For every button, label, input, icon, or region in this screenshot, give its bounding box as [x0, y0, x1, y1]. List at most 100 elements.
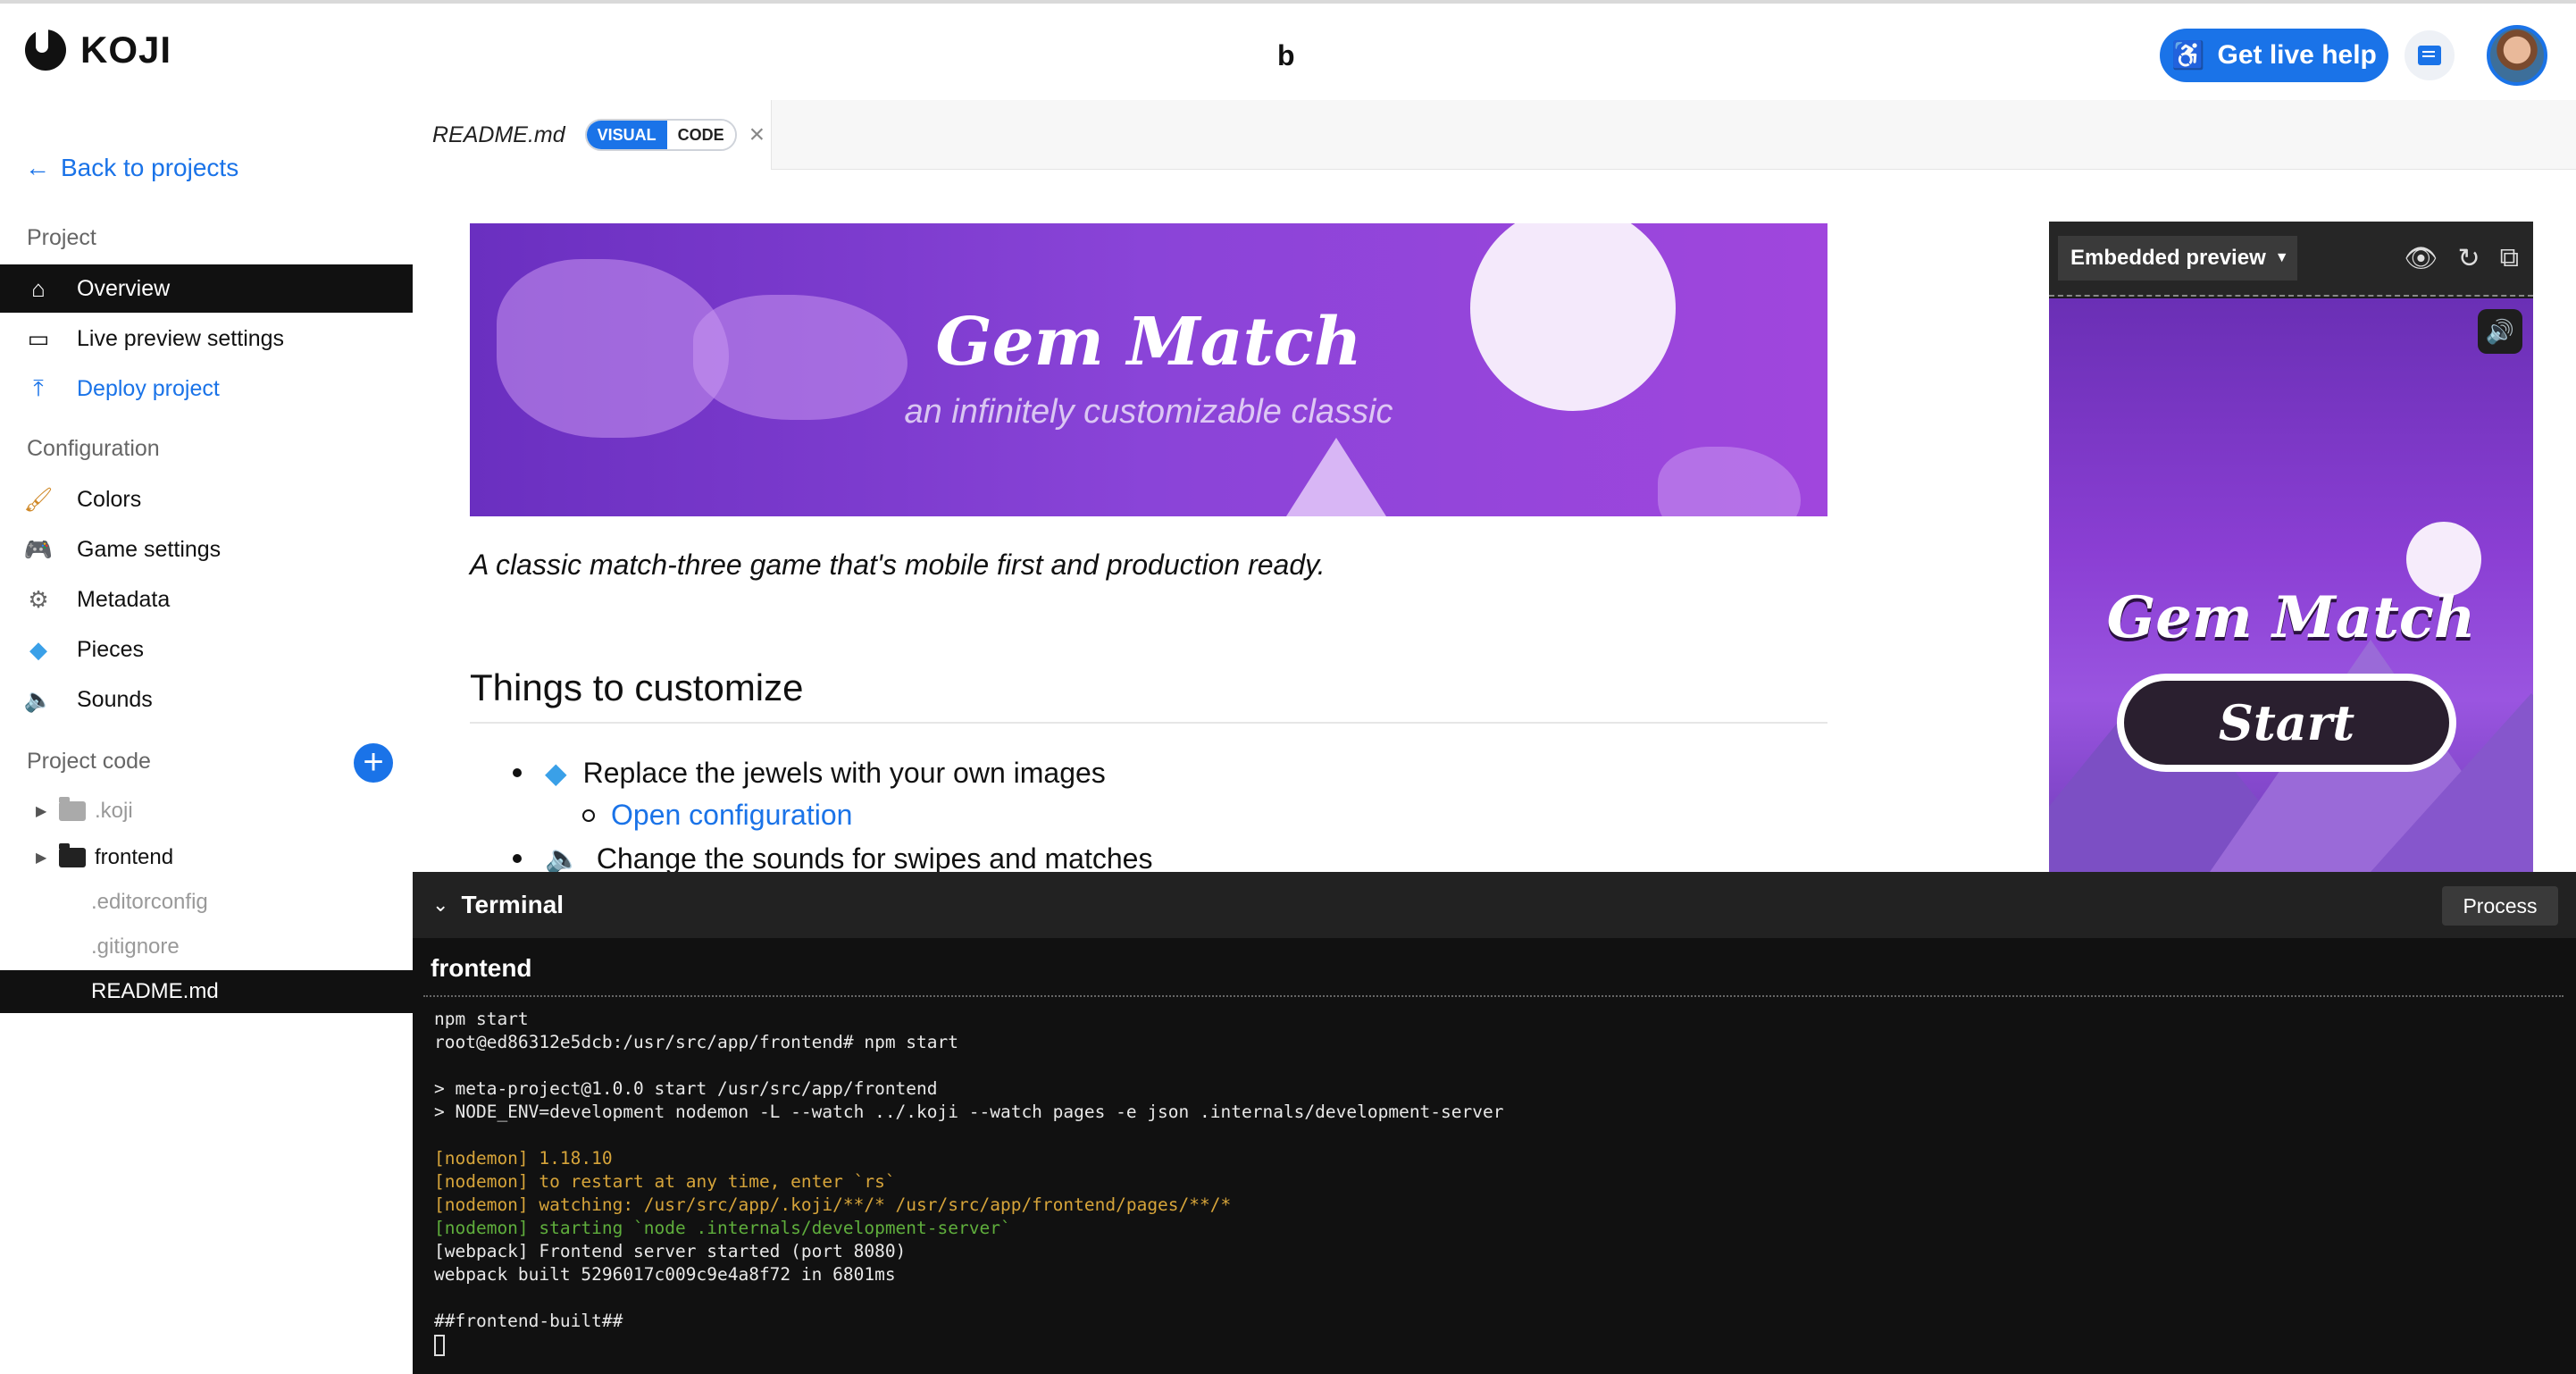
tree-file-editorconfig[interactable]: .editorconfig	[0, 881, 413, 924]
gear-icon: ⚙	[28, 585, 49, 613]
sidebar: ← Back to projects Project ⌂ Overview ▭ …	[0, 100, 413, 1374]
sidebar-item-live-preview-settings[interactable]: ▭ Live preview settings	[0, 314, 413, 363]
folder-icon	[59, 843, 86, 867]
chevron-down-icon[interactable]: ⌄	[432, 893, 448, 917]
sidebar-item-label: Pieces	[77, 636, 145, 662]
tree-item-label: README.md	[91, 979, 219, 1003]
readme-document: Gem Match an infinitely customizable cla…	[413, 170, 2038, 872]
preview-mode-select[interactable]: Embedded preview ▼	[2058, 236, 2297, 281]
bullet	[582, 808, 595, 822]
koji-logo[interactable]: KOJI	[25, 26, 171, 71]
game-canvas[interactable]: 🔊 Gem Match Start	[2049, 298, 2533, 872]
sidebar-item-deploy-project[interactable]: ⤒ Deploy project	[0, 364, 413, 413]
back-to-projects-link[interactable]: ← Back to projects	[25, 154, 238, 182]
refresh-icon[interactable]: ↻	[2457, 243, 2480, 274]
sidebar-item-label: Game settings	[77, 536, 222, 562]
terminal-line: [nodemon] to restart at any time, enter …	[434, 1171, 896, 1192]
sidebar-item-sounds[interactable]: 🔈 Sounds	[0, 675, 413, 724]
section-title-project: Project	[27, 225, 96, 250]
terminal-output[interactable]: npm start root@ed86312e5dcb:/usr/src/app/…	[434, 1008, 1503, 1356]
folder-icon	[59, 797, 86, 821]
terminal-line: [webpack] Frontend server started (port …	[434, 1241, 907, 1261]
terminal-line: npm start	[434, 1009, 529, 1029]
help-button-label: Get live help	[2217, 40, 2377, 70]
list-item: Open configuration	[582, 799, 852, 832]
process-button[interactable]: Process	[2442, 886, 2558, 926]
terminal-line: [nodemon] starting `node .internals/deve…	[434, 1218, 1011, 1238]
terminal-title: Terminal	[461, 891, 565, 918]
embedded-preview: Embedded preview ▼ 👁 ↻ ⧉ 🔊 Gem Match Sta…	[2049, 222, 2533, 872]
speaker-icon: 🔈	[23, 685, 54, 713]
terminal-cursor-line[interactable]	[434, 1333, 1503, 1356]
tab-file-name: README.md	[432, 121, 565, 147]
sidebar-item-colors[interactable]: 🖌 Colors	[0, 475, 413, 524]
list-item: ◆ Replace the jewels with your own image…	[513, 756, 1106, 790]
section-title-configuration: Configuration	[27, 436, 160, 461]
section-title-project-code: Project code	[27, 749, 151, 774]
gem-icon: ◆	[545, 757, 567, 789]
list-item: 🔈 Change the sounds for swipes and match…	[513, 842, 1152, 872]
banner-title: Gem Match	[935, 304, 1362, 381]
game-title: Gem Match	[2106, 584, 2476, 651]
editor-tab-strip: README.md VISUAL CODE ×	[413, 100, 2576, 170]
gamepad-icon: 🎮	[23, 535, 54, 563]
tree-folder-frontend[interactable]: ▶ frontend	[0, 836, 413, 879]
terminal-cursor	[434, 1334, 445, 1356]
chat-button[interactable]	[2405, 30, 2455, 80]
terminal-line: [nodemon] 1.18.10	[434, 1148, 613, 1169]
devices-icon: ▭	[27, 324, 50, 352]
back-link-label: Back to projects	[61, 154, 239, 181]
banner-cloud	[1658, 447, 1801, 516]
gem-match-banner: Gem Match an infinitely customizable cla…	[470, 223, 1827, 516]
tree-file-readme[interactable]: README.md	[0, 970, 413, 1013]
code-mode-button[interactable]: CODE	[666, 121, 735, 149]
sidebar-item-label: Colors	[77, 486, 142, 512]
open-configuration-link[interactable]: Open configuration	[611, 799, 852, 832]
gem-icon: ◆	[29, 635, 47, 663]
home-icon: ⌂	[31, 274, 46, 302]
terminal-line: ##frontend-built##	[434, 1311, 623, 1331]
sidebar-item-label: Overview	[77, 275, 171, 301]
arrow-left-icon: ←	[25, 154, 50, 181]
tree-file-gitignore[interactable]: .gitignore	[0, 926, 413, 968]
tree-item-label: frontend	[95, 845, 174, 869]
preview-mode-label: Embedded preview	[2070, 246, 2266, 270]
volume-icon[interactable]: 🔊	[2478, 309, 2522, 354]
eye-icon[interactable]: 👁	[2404, 243, 2438, 274]
accessibility-icon: ♿	[2171, 40, 2205, 71]
caret-down-icon: ▼	[2274, 250, 2289, 265]
paint-brush-icon: 🖌	[23, 485, 54, 513]
list-item-text: Change the sounds for swipes and matches	[596, 842, 1153, 873]
start-button[interactable]: Start	[2117, 674, 2456, 772]
terminal-header[interactable]: ⌄ Terminal Process	[413, 872, 2576, 938]
tab-readme[interactable]: README.md VISUAL CODE ×	[413, 100, 772, 170]
terminal-line: webpack built 5296017c009c9e4a8f72 in 68…	[434, 1264, 896, 1285]
visual-mode-button[interactable]: VISUAL	[586, 121, 667, 149]
sidebar-item-overview[interactable]: ⌂ Overview	[0, 264, 413, 313]
sidebar-item-pieces[interactable]: ◆ Pieces	[0, 625, 413, 674]
terminal-line: root@ed86312e5dcb:/usr/src/app/frontend#…	[434, 1032, 958, 1052]
tree-item-label: .gitignore	[91, 934, 180, 959]
sidebar-item-label: Deploy project	[77, 375, 220, 401]
terminal-line: [nodemon] watching: /usr/src/app/.koji/*…	[434, 1194, 1232, 1215]
sidebar-item-label: Metadata	[77, 586, 171, 612]
close-icon[interactable]: ×	[749, 120, 765, 150]
open-external-icon[interactable]: ⧉	[2500, 243, 2519, 274]
top-bar: KOJI b ♿ Get live help	[0, 0, 2576, 100]
terminal-session-name: frontend	[431, 954, 532, 982]
banner-crystal	[1274, 438, 1399, 516]
tree-folder-koji[interactable]: ▶ .koji	[0, 790, 413, 833]
project-name: b	[1277, 39, 1295, 71]
preview-actions: 👁 ↻ ⧉	[2404, 243, 2519, 274]
user-avatar[interactable]	[2487, 25, 2547, 86]
sidebar-item-game-settings[interactable]: 🎮 Game settings	[0, 525, 413, 574]
tree-item-label: .koji	[95, 799, 133, 823]
add-file-button[interactable]: +	[354, 743, 393, 783]
tagline: A classic match-three game that's mobile…	[470, 549, 1326, 581]
sidebar-item-metadata[interactable]: ⚙ Metadata	[0, 575, 413, 624]
get-live-help-button[interactable]: ♿ Get live help	[2160, 29, 2388, 82]
view-mode-toggle: VISUAL CODE	[584, 119, 737, 151]
